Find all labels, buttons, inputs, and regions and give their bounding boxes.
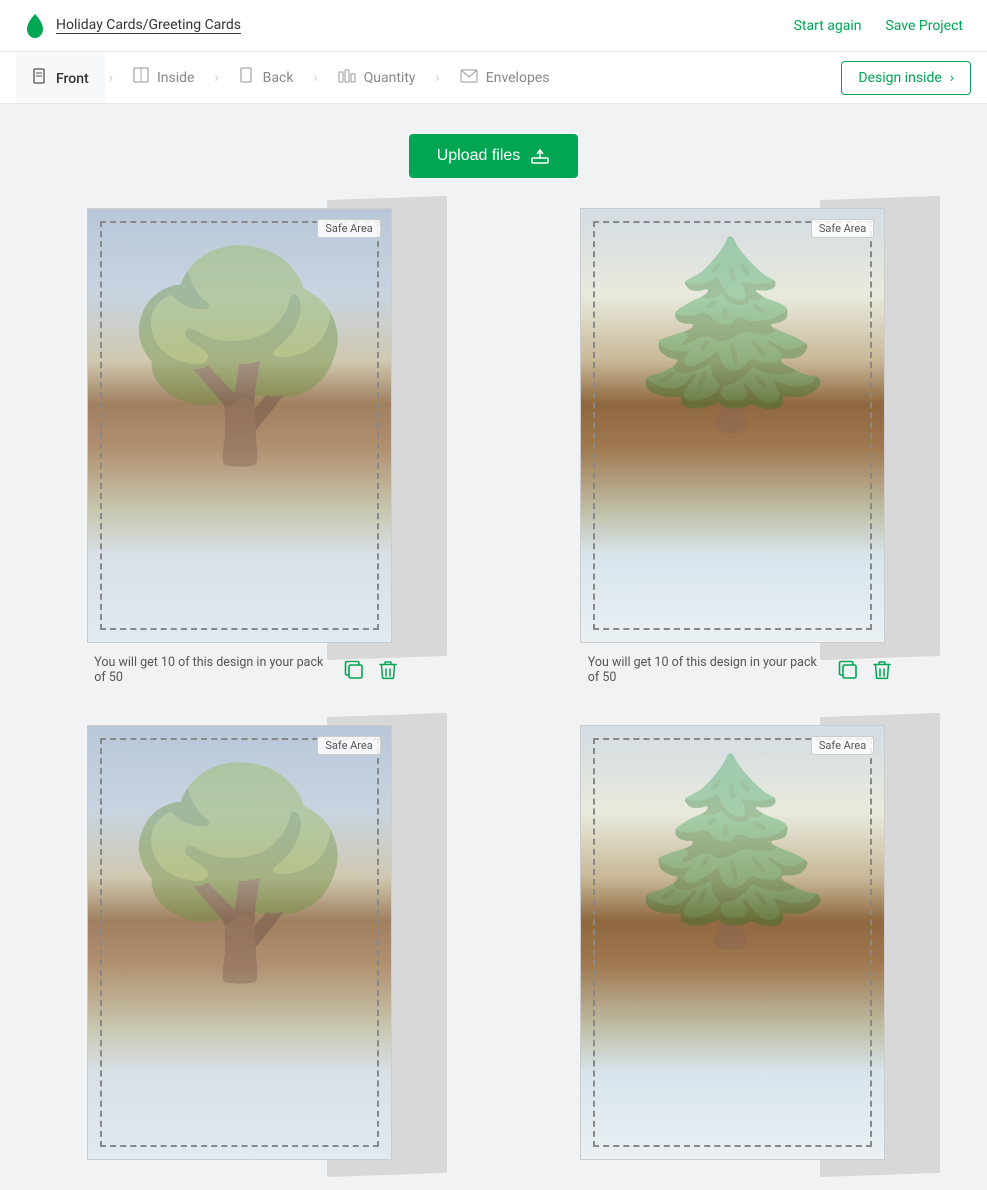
step-front[interactable]: Front	[16, 52, 105, 103]
quantity-icon	[338, 68, 356, 88]
card-caption-2: You will get 10 of this design in your p…	[588, 655, 893, 685]
step-envelopes-label: Envelopes	[486, 70, 550, 86]
upload-files-button[interactable]: Upload files	[409, 134, 579, 178]
card-item: Safe Area	[534, 725, 948, 1160]
step-front-label: Front	[56, 71, 89, 87]
design-inside-button[interactable]: Design inside ›	[841, 61, 971, 95]
safe-area-badge-2: Safe Area	[811, 219, 874, 238]
sep-4: ›	[432, 70, 444, 86]
upload-label: Upload files	[437, 147, 521, 165]
step-back[interactable]: Back	[223, 52, 310, 103]
dashed-border-1	[100, 221, 379, 630]
step-envelopes[interactable]: Envelopes	[444, 52, 566, 103]
back-icon	[239, 67, 255, 89]
delete-design-button-1[interactable]	[377, 658, 399, 682]
copy-icon-1	[343, 659, 365, 681]
header: Holiday Cards/Greeting Cards Start again…	[0, 0, 987, 52]
step-inside-label: Inside	[157, 70, 195, 86]
card-item: Safe Area	[40, 725, 454, 1160]
card-caption-text-1: You will get 10 of this design in your p…	[94, 655, 331, 685]
breadcrumb: Holiday Cards/Greeting Cards	[56, 17, 241, 34]
card-item: Safe Area You will get 10 of this design…	[534, 208, 948, 685]
cards-grid: Safe Area You will get 10 of this design…	[40, 208, 947, 1160]
start-again-link[interactable]: Start again	[794, 18, 862, 34]
step-quantity-label: Quantity	[364, 70, 416, 86]
delete-design-button-2[interactable]	[871, 658, 893, 682]
safe-area-badge-4: Safe Area	[811, 736, 874, 755]
step-inside[interactable]: Inside	[117, 52, 211, 103]
sep-3: ›	[309, 70, 321, 86]
inside-icon	[133, 67, 149, 89]
design-inside-label: Design inside	[858, 70, 941, 86]
chevron-right-icon: ›	[950, 70, 954, 86]
step-back-label: Back	[263, 70, 294, 86]
card-container-4: Safe Area	[580, 725, 900, 1160]
card-container-1: Safe Area	[87, 208, 407, 643]
card-front-3: Safe Area	[87, 725, 392, 1160]
main-content: Upload files Safe Area You will get 10 o…	[0, 104, 987, 1190]
dashed-border-2	[593, 221, 872, 630]
step-quantity[interactable]: Quantity	[322, 52, 432, 103]
trash-icon-1	[379, 660, 397, 680]
safe-area-badge-3: Safe Area	[317, 736, 380, 755]
envelopes-icon	[460, 68, 478, 87]
card-front-1: Safe Area	[87, 208, 392, 643]
card-caption-1: You will get 10 of this design in your p…	[94, 655, 399, 685]
copy-icon-2	[837, 659, 859, 681]
copy-design-button-2[interactable]	[835, 657, 861, 683]
save-project-link[interactable]: Save Project	[885, 18, 963, 34]
card-container-3: Safe Area	[87, 725, 407, 1160]
steps-nav: Front › Inside › Back › Quantity › Envel…	[0, 52, 987, 104]
front-icon	[32, 68, 48, 90]
card-caption-text-2: You will get 10 of this design in your p…	[588, 655, 825, 685]
safe-area-badge-1: Safe Area	[317, 219, 380, 238]
dashed-border-3	[100, 738, 379, 1147]
dashed-border-4	[593, 738, 872, 1147]
card-front-2: Safe Area	[580, 208, 885, 643]
header-right: Start again Save Project	[794, 18, 963, 34]
copy-design-button-1[interactable]	[341, 657, 367, 683]
upload-icon	[530, 146, 550, 166]
logo-icon	[24, 12, 46, 40]
header-left: Holiday Cards/Greeting Cards	[24, 12, 241, 40]
sep-1: ›	[105, 70, 117, 86]
card-front-4: Safe Area	[580, 725, 885, 1160]
card-container-2: Safe Area	[580, 208, 900, 643]
card-item: Safe Area You will get 10 of this design…	[40, 208, 454, 685]
trash-icon-2	[873, 660, 891, 680]
sep-2: ›	[210, 70, 222, 86]
